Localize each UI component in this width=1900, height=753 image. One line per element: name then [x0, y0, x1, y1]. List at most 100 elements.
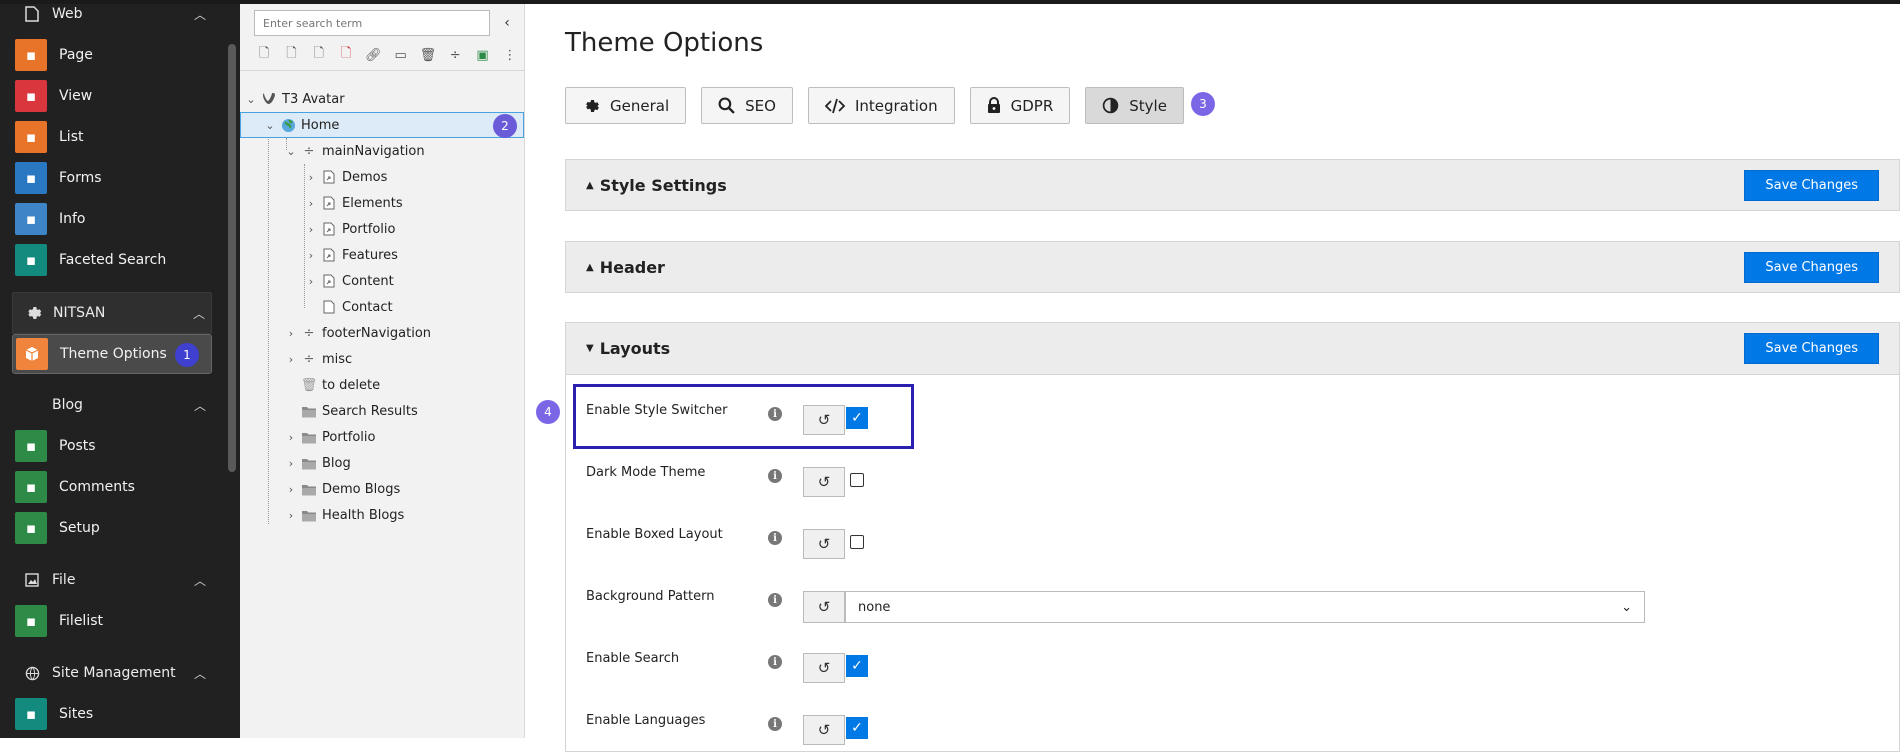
tab-gdpr[interactable]: GDPR — [969, 87, 1071, 124]
module-comments[interactable]: ▪ Comments — [12, 467, 212, 507]
backend-section-icon[interactable]: ▣ — [472, 45, 492, 65]
module-page[interactable]: ▪ Page — [12, 35, 212, 75]
tree-node-home[interactable]: ⌄ Home 2 — [240, 112, 524, 138]
tab-general[interactable]: General — [565, 87, 687, 124]
delete-page-icon[interactable]: 🗋 — [336, 45, 356, 65]
info-icon[interactable]: i — [768, 717, 782, 731]
tree-node-page[interactable]: › Features — [304, 242, 514, 268]
tree-node-main-navigation[interactable]: ⌄ ÷ mainNavigation — [284, 138, 514, 164]
module-binoculars[interactable]: ▪ Faceted Search — [12, 240, 212, 280]
chevron-right-icon[interactable]: › — [284, 353, 298, 366]
collapse-tree-button[interactable]: ‹ — [494, 15, 520, 31]
tree-node-footer-navigation[interactable]: › ÷ footerNavigation — [284, 320, 514, 346]
chevron-right-icon[interactable]: › — [284, 483, 298, 496]
tree-node-page[interactable]: › Portfolio — [304, 216, 514, 242]
tree-node-misc[interactable]: › ÷ misc — [284, 346, 514, 372]
module-sites[interactable]: ▪ Sites — [12, 694, 212, 734]
tree-node-folder[interactable]: › Portfolio — [284, 424, 514, 450]
chevron-up-icon[interactable]: ︿ — [188, 6, 212, 23]
module-menu: Web ︿ ▪ Page ▪ View ▪ List ▪ Forms ▪ Info ▪ Faceted… — [0, 0, 240, 738]
chevron-down-icon[interactable]: ⌄ — [244, 93, 258, 106]
save-changes-button[interactable]: Save Changes — [1744, 169, 1879, 201]
group-site-management[interactable]: Site Management ︿ — [12, 653, 212, 693]
info-icon[interactable]: i — [768, 531, 782, 545]
reset-icon[interactable]: ↺ — [803, 529, 845, 559]
shortcut-icon[interactable]: 🗋 — [309, 45, 329, 65]
chevron-up-icon[interactable]: ︿ — [188, 665, 212, 682]
checkbox-unchecked[interactable] — [850, 535, 864, 549]
tree-root[interactable]: ⌄ T3 Avatar — [244, 86, 514, 112]
tree-node-label: Elements — [342, 195, 403, 211]
chevron-down-icon[interactable]: ⌄ — [284, 145, 298, 158]
save-changes-button[interactable]: Save Changes — [1744, 333, 1879, 364]
reset-icon[interactable]: ↺ — [803, 715, 845, 745]
group-file[interactable]: File ︿ — [12, 560, 212, 600]
chevron-up-icon[interactable]: ︿ — [188, 572, 212, 589]
page-icon — [320, 247, 338, 263]
checkbox-unchecked[interactable] — [850, 473, 864, 487]
chevron-right-icon[interactable]: › — [304, 197, 318, 210]
link-icon[interactable]: 🔗︎ — [363, 45, 383, 65]
tree-node-folder[interactable]: › Demo Blogs — [284, 476, 514, 502]
chevron-down-icon[interactable]: ⌄ — [263, 119, 277, 132]
reset-icon[interactable]: ↺ — [803, 653, 845, 683]
tree-node-page[interactable]: Contact — [304, 294, 514, 320]
module-list[interactable]: ▪ List — [12, 117, 212, 157]
chevron-right-icon[interactable]: › — [284, 431, 298, 444]
group-nitsan[interactable]: NITSAN ︿ — [12, 292, 212, 334]
chevron-right-icon[interactable]: › — [304, 249, 318, 262]
tab-seo[interactable]: SEO — [701, 87, 793, 124]
tree-node-folder[interactable]: Search Results — [284, 398, 514, 424]
trash-icon[interactable]: 🗑︎ — [418, 45, 438, 65]
module-info[interactable]: ▪ Info — [12, 199, 212, 239]
tree-node-folder[interactable]: › Blog — [284, 450, 514, 476]
panel-header[interactable]: ▲ Style Settings Save Changes — [566, 160, 1899, 210]
chevron-right-icon[interactable]: › — [304, 171, 318, 184]
info-icon[interactable]: i — [768, 655, 782, 669]
module-eye[interactable]: ▪ View — [12, 76, 212, 116]
chevron-right-icon[interactable]: › — [304, 275, 318, 288]
tree-search-input[interactable] — [254, 10, 490, 36]
module-theme-options[interactable]: Theme Options 1 — [12, 334, 212, 374]
background-pattern-select[interactable]: none ⌄ — [845, 591, 1645, 623]
module-cloud[interactable]: ▪ Filelist — [12, 601, 212, 641]
chevron-right-icon[interactable]: › — [304, 223, 318, 236]
checkbox-checked[interactable]: ✓ — [846, 655, 868, 677]
menu-divider-icon: ÷ — [303, 351, 315, 367]
step-badge-1: 1 — [175, 343, 199, 367]
tree-node-to-delete[interactable]: 🗑︎ to delete — [284, 372, 514, 398]
reset-icon[interactable]: ↺ — [803, 467, 845, 497]
more-icon[interactable]: ⋮ — [500, 45, 520, 65]
chevron-up-icon[interactable]: ︿ — [188, 397, 212, 414]
group-web[interactable]: Web ︿ — [12, 0, 212, 34]
tree-node-page[interactable]: › Content — [304, 268, 514, 294]
folder-icon[interactable]: ▭ — [390, 45, 410, 65]
module-posts[interactable]: ▪ Posts — [12, 426, 212, 466]
module-gear[interactable]: ▪ Setup — [12, 508, 212, 548]
panel-header[interactable]: ▼ Layouts Save Changes — [566, 323, 1899, 375]
chevron-right-icon[interactable]: › — [284, 327, 298, 340]
chevron-right-icon[interactable]: › — [284, 509, 298, 522]
info-icon[interactable]: i — [768, 469, 782, 483]
tree-node-page[interactable]: › Demos — [304, 164, 514, 190]
tab-integration[interactable]: Integration — [807, 87, 955, 124]
tab-style[interactable]: Style — [1085, 87, 1184, 124]
new-page-user-icon[interactable]: 🗋 — [281, 45, 301, 65]
chevron-up-icon[interactable]: ︿ — [187, 305, 211, 322]
module-forms[interactable]: ▪ Forms — [12, 158, 212, 198]
divider-icon[interactable]: ÷ — [445, 45, 465, 65]
chevron-right-icon[interactable]: › — [284, 457, 298, 470]
group-web-label: Web — [52, 6, 83, 22]
panel-title: Layouts — [599, 339, 671, 358]
info-icon[interactable]: i — [768, 593, 782, 607]
checkbox-checked[interactable]: ✓ — [846, 717, 868, 739]
blog-icon — [12, 385, 52, 425]
save-changes-button[interactable]: Save Changes — [1744, 251, 1879, 283]
reset-icon[interactable]: ↺ — [803, 591, 845, 623]
tree-node-page[interactable]: › Elements — [304, 190, 514, 216]
module-menu-scrollbar[interactable] — [228, 44, 236, 472]
group-blog[interactable]: Blog ︿ — [12, 385, 212, 425]
panel-header[interactable]: ▲ Header Save Changes — [566, 242, 1899, 292]
new-page-icon[interactable]: 🗋 — [254, 45, 274, 65]
tree-node-folder[interactable]: › Health Blogs — [284, 502, 514, 528]
